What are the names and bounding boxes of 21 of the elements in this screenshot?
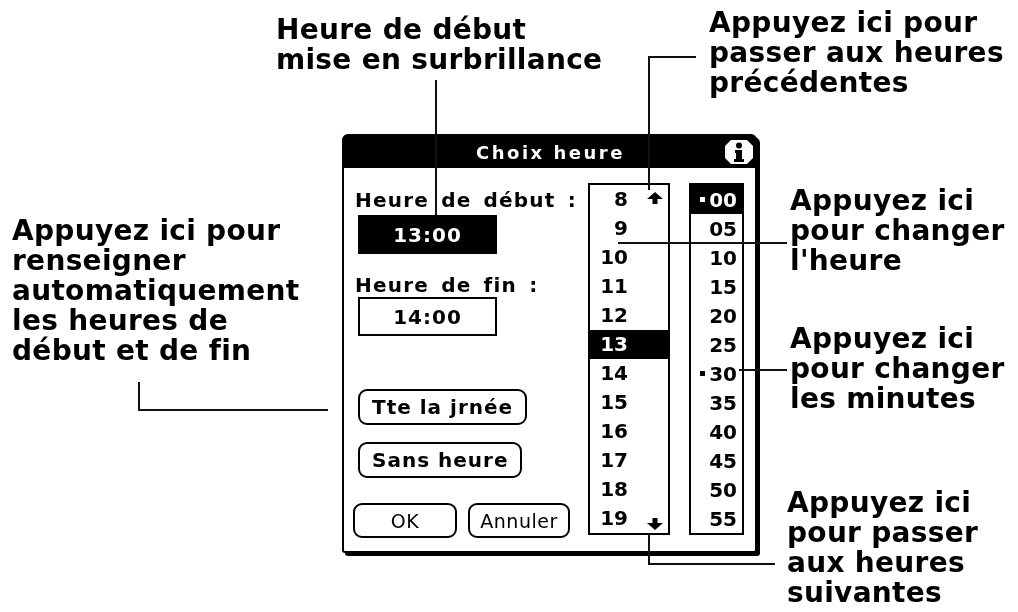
leader-line [738,369,788,371]
start-time-field[interactable]: 13:00 [358,215,497,254]
callout-text: Appuyez ici pour changer les minutes [790,324,1005,414]
field-label: Heure de début : [355,188,577,212]
down-arrow-icon[interactable] [647,518,663,530]
hour-option[interactable]: 13 [590,330,668,359]
callout-text: Appuyez ici pour passer aux heures suivantes [787,488,979,608]
preset-button[interactable]: Sans heure [358,442,523,478]
callout-text: Appuyez ici pour renseigner automatiquement les heures de début et de fin [12,216,300,366]
callout-text: Heure de début mise en surbrillance [276,15,603,75]
up-arrow-icon[interactable] [647,192,663,204]
callout-text: Appuyez ici pour changer l'heure [790,186,1005,276]
callout-text: Appuyez ici pour passer aux heures précédentes [709,8,1004,98]
info-icon[interactable] [725,140,753,164]
dialog-button[interactable]: Annuler [468,503,570,538]
minute-option[interactable]: 00 [691,185,742,214]
dialog-title: Choix heure [476,141,625,163]
end-time-field[interactable]: 14:00 [358,297,497,336]
dialog-button[interactable]: OK [353,503,457,538]
preset-button[interactable]: Tte la jrnée [358,389,528,425]
field-label: Heure de fin : [355,273,539,297]
